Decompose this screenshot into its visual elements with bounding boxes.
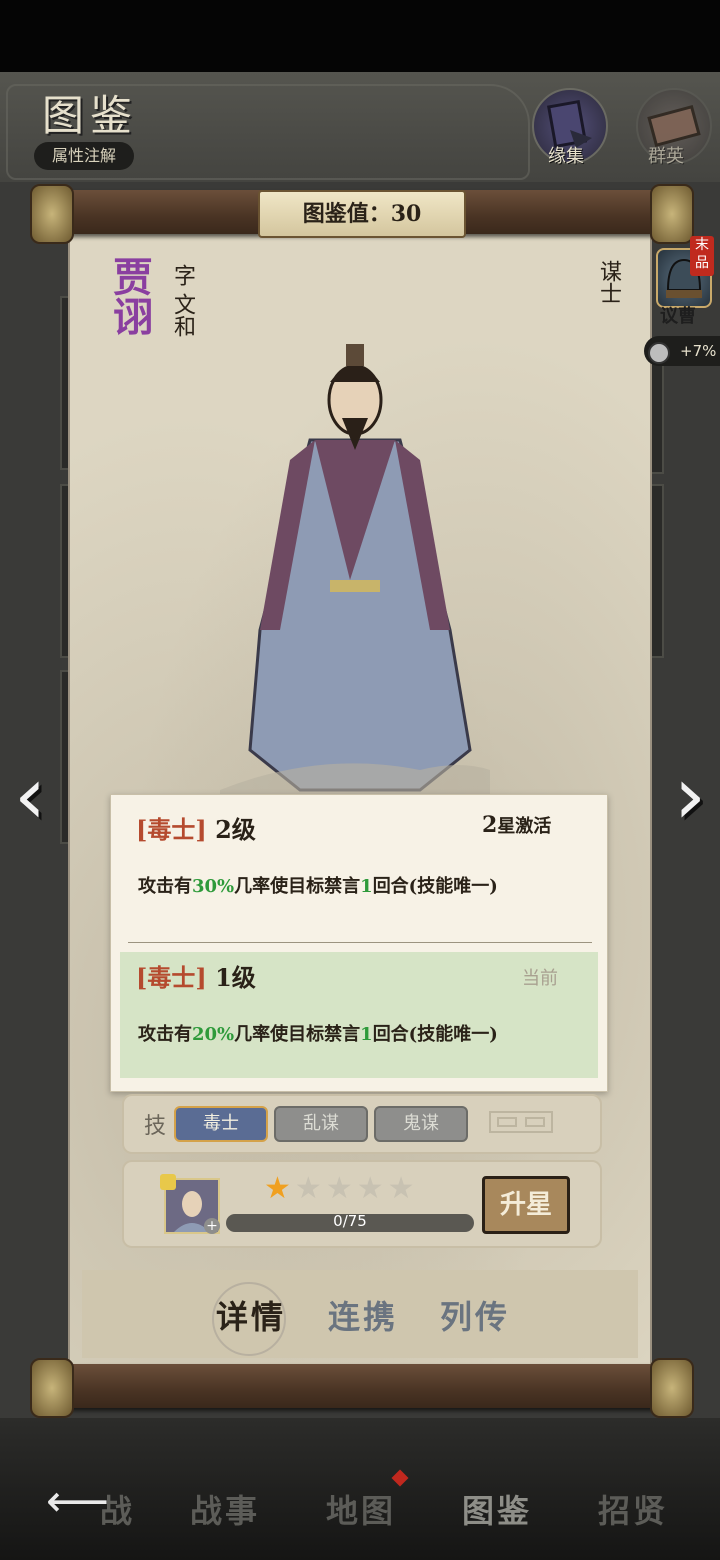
req-text: 星激活 xyxy=(497,816,552,837)
skill-tabs-label: 技 xyxy=(144,1114,167,1139)
next-skill-title: [毒士] 2级 xyxy=(136,810,256,845)
crown-icon xyxy=(160,1174,176,1190)
desc-rounds-2: 1 xyxy=(360,1024,373,1045)
bracket-right-2: ] xyxy=(195,963,207,992)
current-skill-desc: 攻击有20%几率使目标禁言1回合(技能唯一) xyxy=(138,1020,498,1046)
nav-item-zhan[interactable]: 战 xyxy=(100,1486,135,1532)
hero-class: 谋士 xyxy=(596,260,621,304)
hero-name: 贾诩 xyxy=(106,256,153,336)
bracket-left-2: [ xyxy=(136,963,148,992)
star-empty-icon: ★ xyxy=(356,1171,384,1206)
next-skill-name: 毒士 xyxy=(147,815,196,844)
rod-end-right xyxy=(650,184,694,244)
req-star-count: 2 xyxy=(482,812,498,838)
desc-percent: 30% xyxy=(192,876,235,897)
desc-post: 回合(技能唯一) xyxy=(372,876,498,897)
tab-details[interactable]: 详情 xyxy=(216,1292,286,1338)
skill-tab-guimou[interactable]: 鬼谋 xyxy=(374,1106,468,1142)
desc-post-2: 回合(技能唯一) xyxy=(372,1024,498,1045)
divider xyxy=(128,942,592,943)
desc-rounds: 1 xyxy=(360,876,373,897)
qunying-label: 群英 xyxy=(648,146,684,167)
bracket-right: ] xyxy=(195,815,207,844)
current-skill-name: 毒士 xyxy=(147,963,196,992)
next-hero-arrow[interactable]: › xyxy=(660,756,720,836)
skill-tab-luanmou[interactable]: 乱谋 xyxy=(274,1106,368,1142)
next-skill-level: 2级 xyxy=(215,815,256,844)
star-empty-icon: ★ xyxy=(387,1171,415,1206)
nav-item-map[interactable]: 地图 xyxy=(326,1486,396,1532)
current-tag: 当前 xyxy=(522,968,558,989)
collection-score: 图鉴值：30 xyxy=(258,190,466,238)
desc-mid-2: 几率使目标禁言 xyxy=(234,1024,361,1045)
hero-courtesy-name: 字 文和 xyxy=(170,264,195,337)
desc-pre-2: 攻击有 xyxy=(138,1024,192,1045)
star-icons: ★ ★ ★ ★ ★ xyxy=(264,1171,419,1206)
upgrade-star-button[interactable]: 升星 xyxy=(482,1176,570,1234)
yuanji-label: 缘集 xyxy=(548,146,584,167)
side-card-right-1 xyxy=(648,360,664,474)
status-bar xyxy=(0,0,720,72)
side-card-right-2 xyxy=(648,484,664,658)
current-skill-title: [毒士] 1级 xyxy=(136,958,256,993)
rod-end-left xyxy=(30,184,74,244)
tab-combos[interactable]: 连携 xyxy=(328,1292,398,1338)
desc-percent-2: 20% xyxy=(192,1024,235,1045)
next-skill-desc: 攻击有30%几率使目标禁言1回合(技能唯一) xyxy=(138,872,498,898)
activation-requirement: 2星激活 xyxy=(482,812,551,838)
prev-hero-arrow[interactable]: ‹ xyxy=(0,756,60,836)
nav-item-collection[interactable]: 图鉴 xyxy=(462,1486,532,1532)
plus-icon[interactable]: + xyxy=(204,1218,220,1234)
rod-end-left-bottom xyxy=(30,1358,74,1418)
star-rating: ★ ★ ★ ★ ★ xyxy=(264,1174,419,1204)
scroll-rod-bottom xyxy=(40,1364,680,1408)
attribute-notes-button[interactable]: 属性注解 xyxy=(34,142,134,170)
page-title: 图鉴 xyxy=(42,91,139,140)
skill-tab-dushi[interactable]: 毒士 xyxy=(174,1106,268,1142)
rank-name: 议曹 xyxy=(660,306,696,327)
hero-portrait xyxy=(220,344,490,800)
tab-biography[interactable]: 列传 xyxy=(440,1292,510,1338)
desc-pre: 攻击有 xyxy=(138,876,192,897)
desc-mid: 几率使目标禁言 xyxy=(234,876,361,897)
star-empty-icon: ★ xyxy=(325,1171,353,1206)
rank-tag: 末品 xyxy=(690,236,714,276)
rod-end-right-bottom xyxy=(650,1358,694,1418)
star-filled-icon: ★ xyxy=(264,1171,291,1206)
nav-item-battle[interactable]: 战事 xyxy=(190,1486,260,1532)
bracket-left: [ xyxy=(136,815,148,844)
nav-item-recruit[interactable]: 招贤 xyxy=(598,1486,668,1532)
star-progress-text: 0/75 xyxy=(333,1212,367,1230)
current-skill-level: 1级 xyxy=(215,963,256,992)
bonus-icon xyxy=(648,342,670,364)
bonus-value: +7% xyxy=(680,342,717,360)
star-empty-icon: ★ xyxy=(294,1171,322,1206)
pattern-ornament-icon xyxy=(489,1111,553,1133)
